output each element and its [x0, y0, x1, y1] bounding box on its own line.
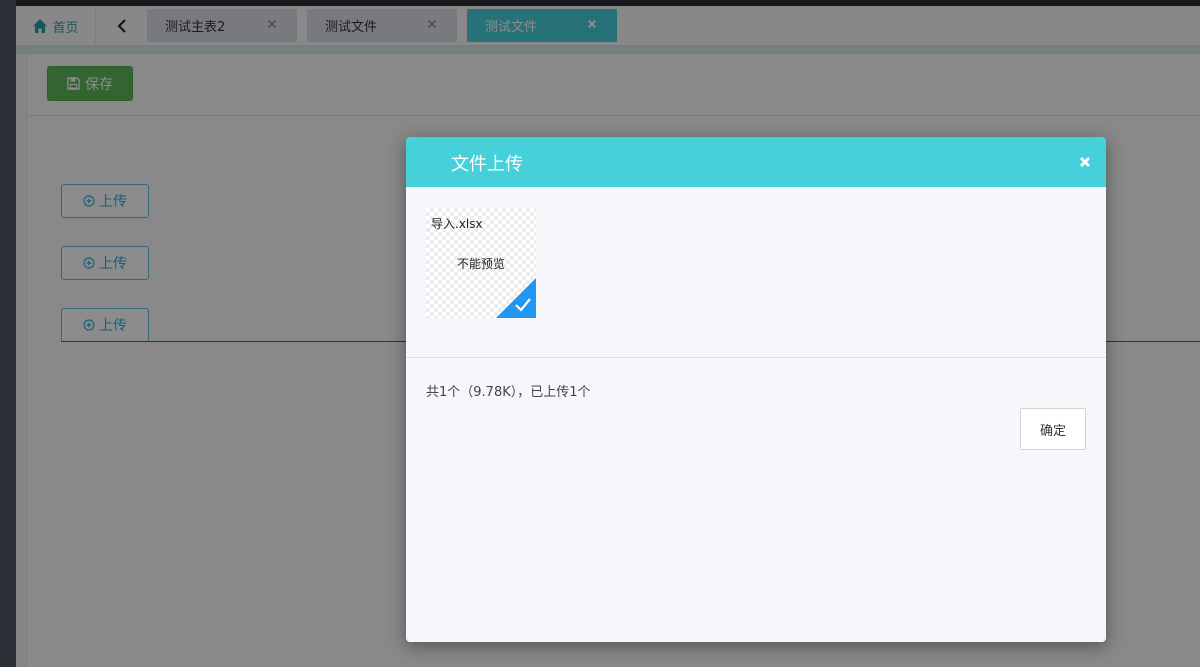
dialog-title: 文件上传: [451, 154, 523, 175]
confirm-button[interactable]: 确定: [1020, 408, 1086, 450]
file-preview-card[interactable]: 导入.xlsx 不能预览: [426, 208, 536, 318]
upload-summary: 共1个（9.78K），已上传1个: [426, 385, 591, 400]
file-name: 导入.xlsx: [431, 217, 483, 231]
dialog-divider: [406, 357, 1106, 358]
sidebar-strip: [0, 0, 16, 667]
close-icon[interactable]: [1078, 155, 1092, 169]
check-icon: [496, 278, 536, 318]
file-upload-dialog: 文件上传 导入.xlsx 不能预览 共1个（9.78K），已上传1个 确定: [406, 137, 1106, 642]
no-preview-text: 不能预览: [456, 257, 505, 271]
dialog-header: 文件上传: [406, 137, 1106, 187]
